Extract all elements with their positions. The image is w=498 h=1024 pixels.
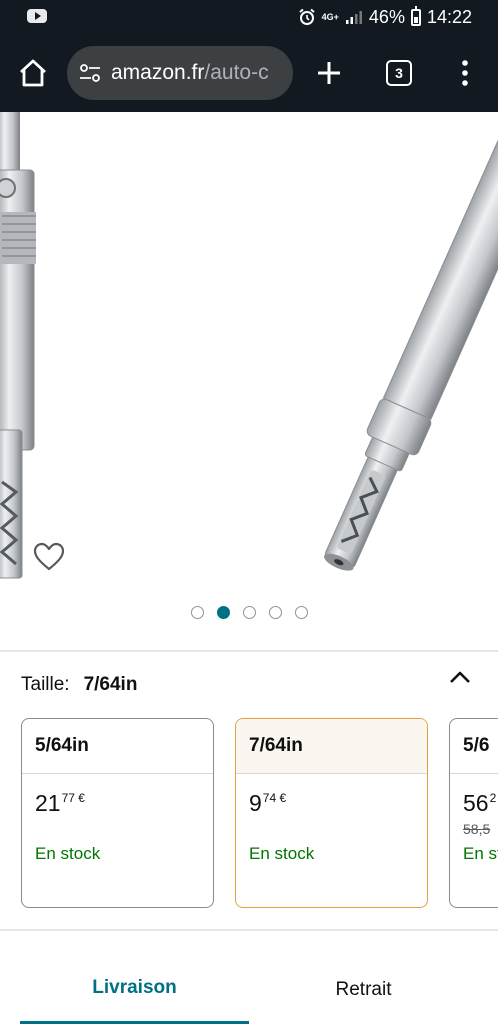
url-text: amazon.fr/auto-c — [111, 61, 269, 85]
section-divider — [0, 650, 498, 652]
size-option-stock: En stock — [249, 844, 315, 863]
size-option-old-price — [35, 821, 213, 837]
wishlist-heart-icon[interactable] — [33, 542, 65, 572]
size-option-name: 5/64in — [22, 719, 213, 774]
carousel-pagination — [0, 606, 498, 619]
size-option-old-price — [249, 821, 427, 837]
delivery-tabs: Livraison Retrait — [0, 955, 498, 1024]
url-domain: amazon.fr — [111, 61, 205, 84]
size-option-price: 562 — [463, 790, 498, 817]
price-whole: 56 — [463, 790, 489, 816]
size-option-card[interactable]: 5/64in 2177 € En stock — [21, 718, 214, 908]
size-option-stock: En stock — [35, 844, 101, 863]
carousel-dot[interactable] — [216, 606, 230, 619]
size-selector-header: Taille: 7/64in — [21, 672, 137, 698]
size-label: Taille: — [21, 674, 70, 695]
size-option-price: 2177 € — [35, 790, 213, 817]
network-type-label: 4G+ — [321, 11, 339, 22]
more-menu-icon[interactable] — [455, 58, 475, 88]
size-option-name: 7/64in — [236, 719, 427, 774]
tab-pickup[interactable]: Retrait — [249, 955, 478, 1024]
home-icon[interactable] — [16, 56, 50, 90]
address-bar[interactable]: amazon.fr/auto-c — [67, 46, 293, 100]
size-option-old-price: 58,5 — [463, 821, 491, 837]
battery-icon — [410, 5, 421, 26]
size-option-name: 5/6 — [450, 719, 498, 774]
product-image-carousel[interactable] — [0, 112, 498, 650]
youtube-notification-icon — [27, 9, 47, 23]
battery-percent: 46% — [368, 6, 405, 27]
size-option-price: 974 € — [249, 790, 427, 817]
alarm-icon — [299, 8, 315, 25]
status-bar: 4G+ 46% 14:22 — [0, 0, 498, 34]
clock: 14:22 — [426, 6, 472, 27]
chevron-up-icon[interactable] — [448, 667, 472, 687]
product-image — [0, 112, 498, 579]
carousel-dot[interactable] — [190, 606, 204, 619]
browser-toolbar: amazon.fr/auto-c 3 — [0, 34, 498, 112]
tab-switcher-button[interactable]: 3 — [386, 60, 412, 86]
size-option-card-selected[interactable]: 7/64in 974 € En stock — [235, 718, 428, 908]
price-whole: 21 — [35, 790, 61, 816]
carousel-dot[interactable] — [294, 606, 308, 619]
url-path: /auto-c — [204, 61, 269, 84]
price-fraction: 77 € — [61, 791, 85, 805]
left-drill-guide-image — [0, 112, 36, 579]
carousel-dot[interactable] — [268, 606, 282, 619]
site-settings-icon[interactable] — [79, 63, 101, 83]
right-drill-guide-image — [323, 123, 498, 571]
tab-delivery[interactable]: Livraison — [20, 955, 249, 1024]
price-fraction: 2 — [489, 791, 497, 805]
size-option-card[interactable]: 5/6 562 58,5 En st — [449, 718, 498, 908]
size-option-stock: En st — [463, 844, 498, 863]
status-indicators: 4G+ 46% 14:22 — [298, 5, 472, 28]
signal-icon — [345, 11, 362, 24]
carousel-dot[interactable] — [242, 606, 256, 619]
price-fraction: 74 € — [262, 791, 287, 805]
selected-size-value: 7/64in — [83, 674, 138, 695]
price-whole: 9 — [249, 790, 262, 816]
new-tab-plus-icon[interactable] — [314, 58, 344, 88]
section-divider — [0, 929, 498, 931]
